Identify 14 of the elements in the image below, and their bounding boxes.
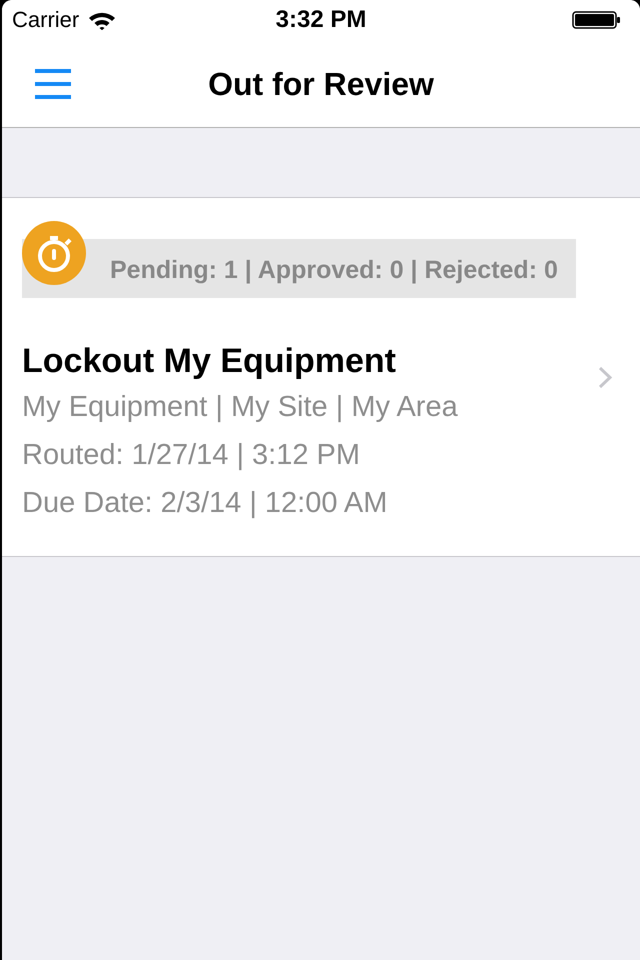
- item-title: Lockout My Equipment: [22, 341, 396, 381]
- item-detail: Due Date: 2/3/14 | 12:00 AM: [22, 486, 388, 521]
- screen-title: Out for Review: [208, 68, 434, 100]
- carrier-label: Carrier: [12, 9, 80, 31]
- item-detail: Routed: 1/27/14 | 3:12 PM: [22, 438, 360, 473]
- chevron-icon: [598, 366, 613, 388]
- review-item[interactable]: Pending: 1 | Approved: 0 | Rejected: 0 Lockout My Equipment My Equipment | My Site | My Area Routed: 1/27/14 | 3:12 PM Due Date: 2/3/14 | 12:00 AM: [2, 198, 640, 557]
- item-detail: My Equipment | My Site | My Area: [22, 390, 458, 425]
- wifi-icon: [88, 10, 116, 30]
- status-summary: Pending: 1 | Approved: 0 | Rejected: 0: [110, 258, 558, 283]
- menu-icon[interactable]: [34, 68, 72, 100]
- stopwatch-icon: [22, 221, 86, 285]
- battery-icon: [572, 11, 620, 29]
- status-time: 3:32 PM: [276, 8, 366, 32]
